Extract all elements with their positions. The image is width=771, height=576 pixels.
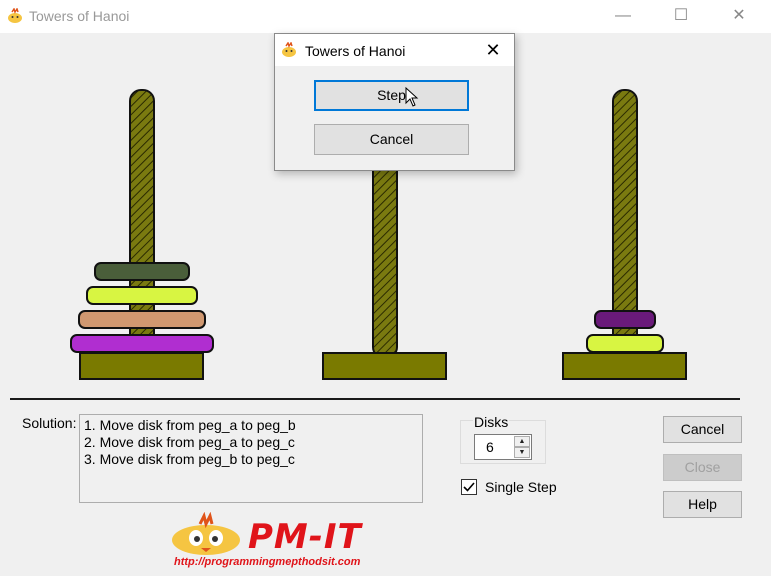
pm-it-logo: PM-IT http://programmingmepthodsit.com bbox=[168, 512, 408, 574]
peg-c-disk bbox=[586, 334, 664, 353]
solution-label: Solution: bbox=[22, 415, 77, 431]
solution-list[interactable]: 1. Move disk from peg_a to peg_b 2. Move… bbox=[79, 414, 423, 503]
solution-line: 3. Move disk from peg_b to peg_c bbox=[84, 451, 295, 467]
divider bbox=[10, 398, 740, 400]
logo-text: PM-IT bbox=[248, 517, 362, 557]
solution-line: 1. Move disk from peg_a to peg_b bbox=[84, 417, 296, 433]
title-bar: Towers of Hanoi — ☐ ✕ bbox=[0, 0, 771, 33]
dialog-title-bar: Towers of Hanoi ✕ bbox=[275, 34, 514, 66]
peg-c-base bbox=[562, 352, 687, 380]
peg-a-disk bbox=[86, 286, 198, 305]
mouse-cursor-icon bbox=[405, 87, 419, 107]
dialog-close-button[interactable]: ✕ bbox=[481, 39, 505, 61]
checkmark-icon bbox=[463, 482, 475, 492]
dialog-cancel-button[interactable]: Cancel bbox=[314, 124, 469, 155]
app-icon bbox=[8, 8, 22, 23]
single-step-label: Single Step bbox=[485, 479, 557, 495]
peg-a-base bbox=[79, 352, 204, 380]
disks-value[interactable]: 6 bbox=[486, 439, 494, 455]
peg-c-disk bbox=[594, 310, 656, 329]
dialog-title: Towers of Hanoi bbox=[305, 43, 406, 59]
logo-url: http://programmingmepthodsit.com bbox=[174, 556, 361, 568]
peg-a-disk bbox=[78, 310, 206, 329]
step-dialog: Towers of Hanoi ✕ Step Cancel bbox=[274, 33, 515, 171]
minimize-button[interactable]: — bbox=[600, 0, 646, 32]
solution-line: 2. Move disk from peg_a to peg_c bbox=[84, 434, 295, 450]
help-button[interactable]: Help bbox=[663, 491, 742, 518]
step-button[interactable]: Step bbox=[314, 80, 469, 111]
dialog-app-icon bbox=[282, 42, 296, 57]
peg-b-base bbox=[322, 352, 447, 380]
close-button[interactable]: Close bbox=[663, 454, 742, 481]
disks-label: Disks bbox=[473, 414, 510, 430]
peg-a-disk bbox=[94, 262, 190, 281]
disks-stepper[interactable]: 6 ▲ ▼ bbox=[474, 434, 532, 460]
single-step-checkbox[interactable] bbox=[461, 479, 477, 495]
stepper-up-icon[interactable]: ▲ bbox=[514, 436, 530, 447]
cancel-button[interactable]: Cancel bbox=[663, 416, 742, 443]
close-window-button[interactable]: ✕ bbox=[716, 0, 762, 32]
disks-layer bbox=[70, 262, 664, 353]
maximize-button[interactable]: ☐ bbox=[658, 0, 704, 32]
main-window: Towers of Hanoi — ☐ ✕ Solution: 1. Move … bbox=[0, 0, 771, 576]
chick-mascot-icon bbox=[172, 512, 240, 555]
stepper-down-icon[interactable]: ▼ bbox=[514, 447, 530, 458]
peg-a-disk bbox=[70, 334, 214, 353]
window-title: Towers of Hanoi bbox=[29, 8, 130, 24]
